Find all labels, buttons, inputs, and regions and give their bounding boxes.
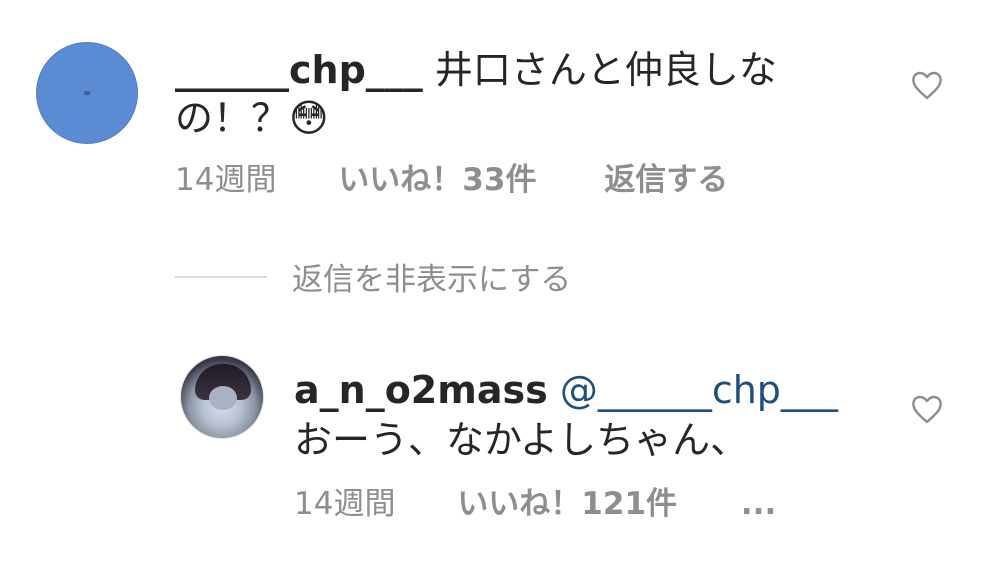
reply-text-line-2: おーう、なかよしちゃん、 xyxy=(294,418,748,462)
comment-text-line-1: ______chp___ 井口さんと仲良しな xyxy=(175,48,777,92)
comment-text-line-2: の！？😳 xyxy=(175,96,329,140)
reply-text-line-1: a_n_o2mass @______chp___ xyxy=(294,368,838,412)
replies-divider-line xyxy=(175,276,267,278)
avatar[interactable] xyxy=(36,42,138,144)
reply-button[interactable]: 返信する xyxy=(604,162,728,198)
comment-time: 14週間 xyxy=(175,162,277,198)
more-options-icon[interactable]: ... xyxy=(741,486,776,522)
comment-meta: 14週間 いいね！33件 返信する xyxy=(175,162,728,198)
heart-outline-icon[interactable] xyxy=(910,70,944,100)
likes-count[interactable]: いいね！121件 xyxy=(457,486,677,522)
likes-count[interactable]: いいね！33件 xyxy=(338,162,536,198)
reply-time: 14週間 xyxy=(294,486,396,522)
comment-username[interactable]: ______chp___ xyxy=(175,48,423,92)
avatar-mark-icon xyxy=(84,91,90,95)
reply-meta: 14週間 いいね！121件 ... xyxy=(294,486,776,522)
comment-text-continued: の！？ xyxy=(175,96,290,140)
flushed-face-emoji: 😳 xyxy=(289,96,329,140)
reply-username[interactable]: a_n_o2mass xyxy=(294,368,548,412)
comment-text: 井口さんと仲良しな xyxy=(434,48,777,92)
avatar-face-shape xyxy=(209,386,237,410)
hide-replies-toggle[interactable]: 返信を非表示にする xyxy=(292,262,571,298)
heart-outline-icon[interactable] xyxy=(910,394,944,424)
reply-text: おーう、なかよしちゃん、 xyxy=(294,418,749,462)
avatar[interactable] xyxy=(180,355,264,439)
reply-mention[interactable]: @______chp___ xyxy=(560,368,838,412)
